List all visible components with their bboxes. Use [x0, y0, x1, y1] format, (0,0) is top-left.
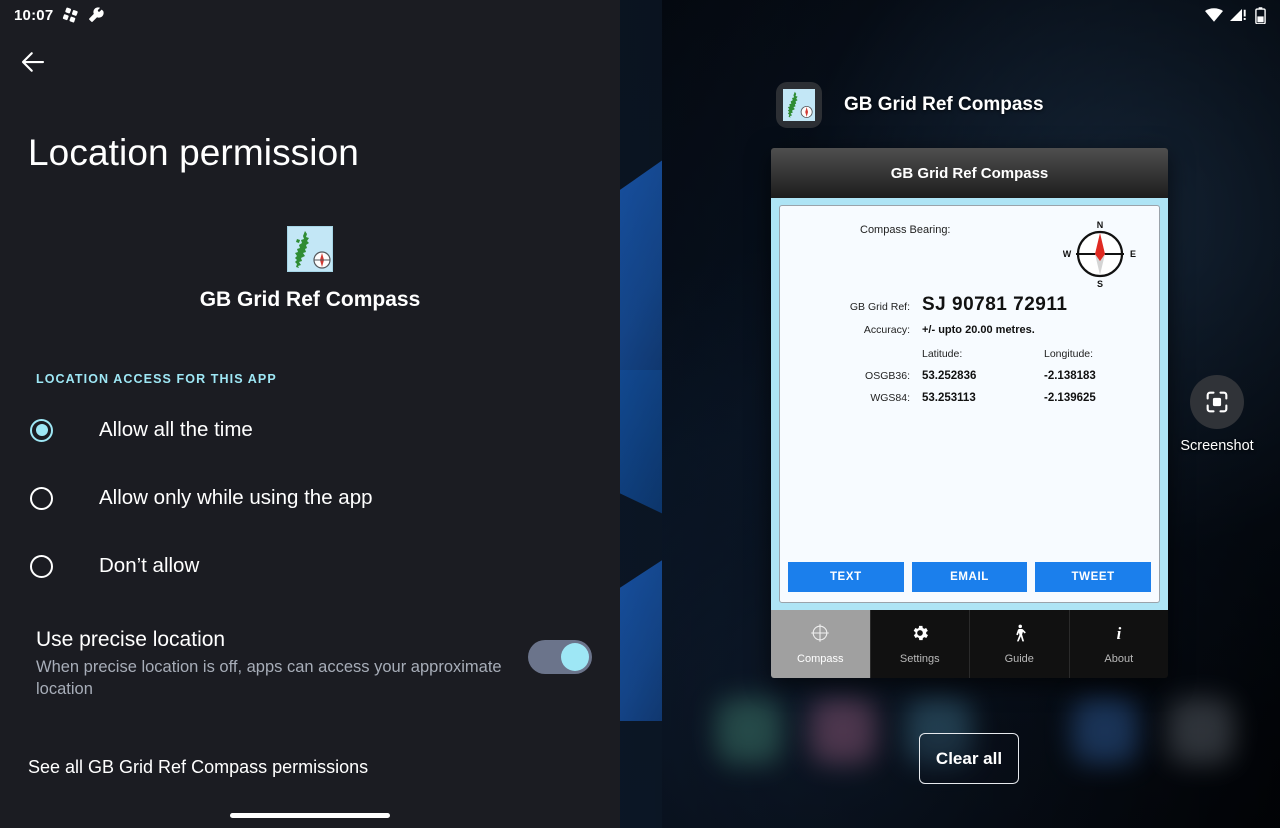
- email-button[interactable]: EMAIL: [911, 562, 1028, 592]
- tab-label: Guide: [1004, 653, 1034, 665]
- recents-overview-pane: GB Grid Ref Compass GB Grid Ref Compass …: [620, 0, 1280, 828]
- precise-location-title: Use precise location: [36, 628, 226, 651]
- coord-latitude: 53.252836: [922, 370, 977, 382]
- coord-longitude: -2.138183: [1044, 370, 1096, 382]
- info-italic-icon: i: [1109, 623, 1129, 648]
- radio-label: Allow only while using the app: [99, 486, 373, 509]
- compass-rose-icon: N S E W: [1063, 216, 1137, 295]
- tweet-button[interactable]: TWEET: [1035, 562, 1152, 592]
- home-indicator[interactable]: [230, 813, 390, 818]
- accuracy-value: +/- upto 20.00 metres.: [922, 324, 1035, 336]
- share-button-row: TEXT EMAIL TWEET: [788, 562, 1152, 592]
- app-sheet: Compass Bearing: N S E W GB Grid Ref: SJ…: [779, 205, 1160, 603]
- svg-text:N: N: [1097, 220, 1104, 230]
- radio-dont-allow[interactable]: Don’t allow: [0, 532, 620, 600]
- wrench-icon: [88, 7, 105, 23]
- gb-grid-ref-compass-icon: [783, 89, 815, 121]
- recents-card-header: GB Grid Ref Compass: [776, 82, 1044, 128]
- app-identity-block: GB Grid Ref Compass: [0, 226, 620, 312]
- radio-label: Don’t allow: [99, 554, 200, 577]
- left-status-bar: 10:07: [0, 0, 620, 30]
- accuracy-label: Accuracy:: [863, 324, 910, 336]
- coord-latitude: 53.253113: [922, 392, 976, 404]
- clear-all-button[interactable]: Clear all: [919, 733, 1019, 784]
- coordinate-header-row: Latitude: Longitude:: [802, 348, 1137, 360]
- radio-allow-while-using[interactable]: Allow only while using the app: [0, 464, 620, 532]
- radio-allow-all-the-time[interactable]: Allow all the time: [0, 396, 620, 464]
- app-titlebar-text: GB Grid Ref Compass: [890, 164, 1049, 182]
- screenshot-action[interactable]: Screenshot: [1162, 375, 1272, 454]
- status-clock: 10:07: [14, 6, 54, 24]
- tab-label: Settings: [899, 653, 940, 665]
- tab-settings[interactable]: Settings: [871, 610, 970, 678]
- location-permission-pane: 10:07 Location permission GB Grid Ref Co…: [0, 0, 620, 828]
- longitude-header: Longitude:: [1044, 348, 1094, 360]
- svg-text:i: i: [1116, 624, 1121, 643]
- radio-indicator: [30, 418, 53, 442]
- blurred-app-icon: [1072, 698, 1138, 764]
- recents-app-title: GB Grid Ref Compass: [844, 94, 1044, 115]
- blurred-app-icon: [1168, 698, 1234, 764]
- walking-icon: [1009, 623, 1029, 648]
- grid-ref-row: GB Grid Ref: SJ 90781 72911: [802, 294, 1137, 316]
- text-button[interactable]: TEXT: [788, 562, 904, 592]
- tab-guide[interactable]: Guide: [970, 610, 1070, 678]
- latitude-header: Latitude:: [922, 348, 963, 360]
- tab-about[interactable]: i About: [1070, 610, 1169, 678]
- precise-location-text: Use precise location When precise locati…: [36, 628, 528, 701]
- recents-app-card[interactable]: GB Grid Ref Compass Compass Bearing: N S: [771, 148, 1168, 678]
- right-status-bar: [1205, 0, 1280, 30]
- screenshot-label: Screenshot: [1180, 438, 1254, 454]
- screen-root: 10:07 Location permission GB Grid Ref Co…: [0, 0, 1280, 828]
- back-arrow-icon[interactable]: [18, 47, 48, 77]
- precise-location-description: When precise location is off, apps can a…: [36, 658, 502, 699]
- toggle-knob: [561, 643, 589, 671]
- blurred-app-icon: [810, 698, 876, 764]
- grid-ref-value: SJ 90781 72911: [922, 294, 1068, 315]
- svg-text:S: S: [1097, 279, 1103, 289]
- coord-system-label: OSGB36:: [865, 370, 910, 382]
- tab-compass[interactable]: Compass: [771, 610, 871, 678]
- app-tab-bar: Compass Settings Guide i About: [771, 610, 1168, 678]
- app-titlebar: GB Grid Ref Compass: [771, 148, 1168, 198]
- grid-ref-label: GB Grid Ref:: [849, 301, 910, 313]
- radio-indicator: [30, 486, 53, 510]
- coord-system-label: WGS84:: [870, 392, 910, 404]
- coord-longitude: -2.139625: [1044, 392, 1096, 404]
- crosshair-icon: [810, 623, 830, 648]
- back-row: [0, 30, 620, 94]
- accuracy-row: Accuracy: +/- upto 20.00 metres.: [802, 324, 1137, 336]
- screenshot-icon: [1190, 375, 1244, 429]
- blurred-app-icon: [716, 698, 782, 764]
- svg-text:E: E: [1130, 249, 1136, 259]
- page-title: Location permission: [28, 132, 359, 173]
- wifi-icon: [1205, 8, 1223, 22]
- use-precise-location-row[interactable]: Use precise location When precise locati…: [0, 628, 620, 701]
- tab-label: Compass: [797, 653, 844, 665]
- app-content-area: Compass Bearing: N S E W GB Grid Ref: SJ…: [771, 198, 1168, 610]
- radio-indicator: [30, 554, 53, 578]
- radio-label: Allow all the time: [99, 418, 253, 441]
- precise-location-toggle[interactable]: [528, 640, 592, 674]
- battery-icon: [1255, 6, 1266, 24]
- app-name: GB Grid Ref Compass: [199, 288, 421, 311]
- gear-icon: [910, 623, 930, 648]
- location-access-radio-group: Allow all the time Allow only while usin…: [0, 396, 620, 600]
- tab-label: About: [1104, 653, 1134, 665]
- cellular-alert-icon: [1230, 8, 1248, 22]
- svg-text:W: W: [1063, 249, 1072, 259]
- section-label: LOCATION ACCESS FOR THIS APP: [36, 372, 277, 386]
- see-all-permissions-link[interactable]: See all GB Grid Ref Compass permissions: [28, 757, 620, 778]
- gb-grid-ref-compass-icon: [287, 226, 333, 272]
- table-row: WGS84: 53.253113 -2.139625: [802, 392, 1137, 404]
- puzzle-icon: [62, 7, 79, 24]
- table-row: OSGB36: 53.252836 -2.138183: [802, 370, 1137, 382]
- recents-app-icon-container[interactable]: [776, 82, 822, 128]
